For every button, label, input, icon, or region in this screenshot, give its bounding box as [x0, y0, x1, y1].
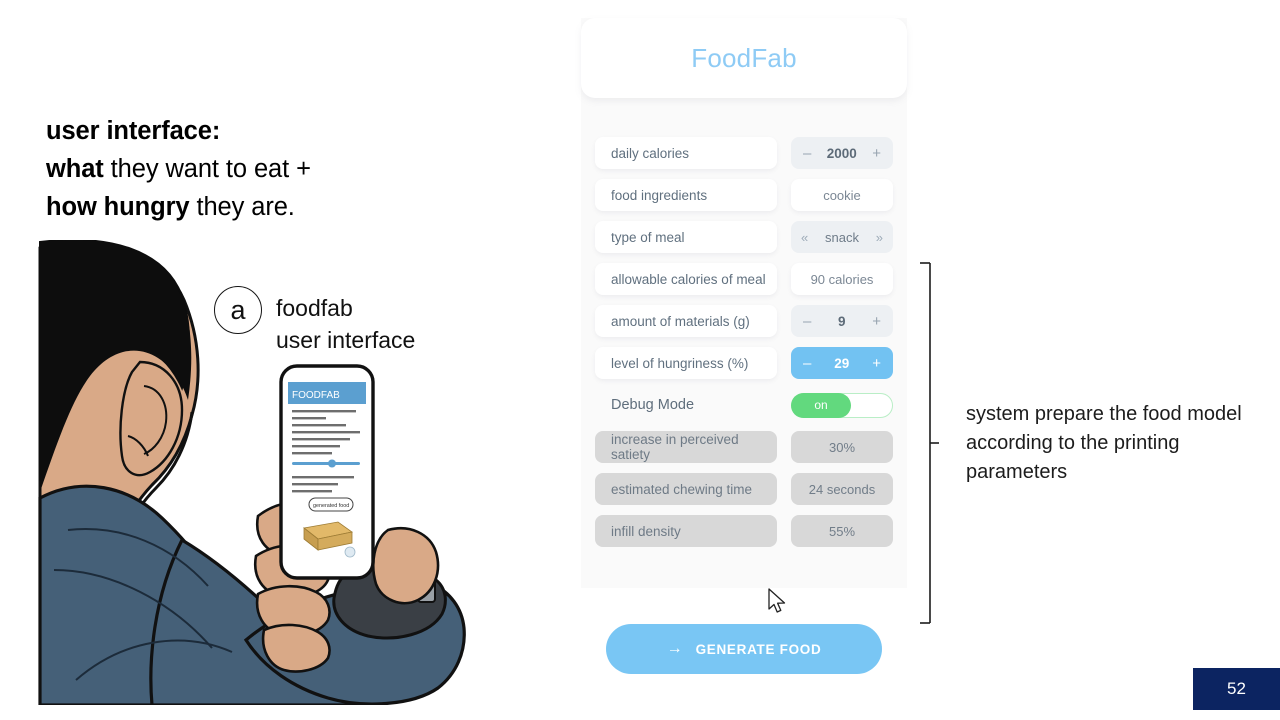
mouse-cursor	[768, 588, 790, 618]
minus-icon[interactable]: –	[803, 314, 811, 329]
value-perceived-satiety: 30%	[791, 431, 893, 463]
plus-icon[interactable]: +	[872, 314, 881, 329]
page-number-badge: 52	[1193, 668, 1280, 710]
slide-canvas: user interface: what they want to eat + …	[0, 0, 1280, 720]
page-title: user interface: what they want to eat + …	[46, 112, 516, 226]
table-row: infill density 55%	[581, 510, 907, 552]
phone-app-header-text: FOODFAB	[292, 390, 340, 401]
headline-line-2: what they want to eat +	[46, 150, 516, 188]
table-row: estimated chewing time 24 seconds	[581, 468, 907, 510]
table-row: food ingredients cookie	[581, 174, 907, 216]
table-row: increase in perceived satiety 30%	[581, 426, 907, 468]
headline-line-2-rest: they want to eat +	[103, 155, 311, 183]
plus-icon[interactable]: +	[872, 356, 881, 371]
headline-line-1: user interface:	[46, 112, 516, 150]
setting-label-type-of-meal: type of meal	[595, 221, 777, 253]
chooser-type-of-meal[interactable]: « snack »	[791, 221, 893, 253]
setting-label-allowable-calories: allowable calories of meal	[595, 263, 777, 295]
stepper-amount-of-materials[interactable]: – 9 +	[791, 305, 893, 337]
annotation-bracket	[918, 262, 940, 624]
app-title: FoodFab	[691, 42, 797, 73]
headline-line-2-bold: what	[46, 155, 104, 183]
chevron-left-icon[interactable]: «	[801, 230, 808, 245]
setting-label-amount-of-materials: amount of materials (g)	[595, 305, 777, 337]
stepper-value-level-of-hungriness: 29	[834, 355, 850, 371]
table-row: daily calories – 2000 +	[581, 132, 907, 174]
setting-label-chewing-time: estimated chewing time	[595, 473, 777, 505]
setting-label-food-ingredients: food ingredients	[595, 179, 777, 211]
setting-label-infill-density: infill density	[595, 515, 777, 547]
minus-icon[interactable]: –	[803, 146, 811, 161]
arrow-right-icon: →	[666, 640, 683, 657]
setting-label-debug-mode: Debug Mode	[611, 397, 695, 413]
setting-label-level-of-hungriness: level of hungriness (%)	[595, 347, 777, 379]
table-row: type of meal « snack »	[581, 216, 907, 258]
value-chewing-time: 24 seconds	[791, 473, 893, 505]
chooser-value-type-of-meal: snack	[825, 229, 859, 245]
value-food-ingredients[interactable]: cookie	[791, 179, 893, 211]
chevron-right-icon[interactable]: »	[876, 230, 883, 245]
setting-label-daily-calories: daily calories	[595, 137, 777, 169]
stepper-level-of-hungriness[interactable]: – 29 +	[791, 347, 893, 379]
headline-line-3-rest: they are.	[189, 193, 295, 221]
annotation-text: system prepare the food model according …	[966, 403, 1242, 483]
settings-form: daily calories – 2000 + food ingredients…	[581, 132, 907, 552]
value-allowable-calories: 90 calories	[791, 263, 893, 295]
generate-food-button[interactable]: → GENERATE FOOD	[606, 624, 882, 674]
app-header-card: FoodFab	[581, 18, 907, 98]
headline-line-1-bold: user interface:	[46, 117, 221, 145]
phone-generate-button-text: generated food	[313, 503, 349, 509]
minus-icon[interactable]: –	[803, 356, 811, 371]
table-row: amount of materials (g) – 9 +	[581, 300, 907, 342]
table-row: allowable calories of meal 90 calories	[581, 258, 907, 300]
stepper-value-amount-of-materials: 9	[838, 313, 846, 329]
plus-icon[interactable]: +	[872, 146, 881, 161]
toggle-debug-mode[interactable]: on	[791, 392, 893, 418]
generate-food-button-label: GENERATE FOOD	[695, 641, 822, 657]
figure-marker-a: a	[214, 286, 262, 334]
stepper-daily-calories[interactable]: – 2000 +	[791, 137, 893, 169]
figure-caption: a foodfab user interface	[214, 286, 415, 356]
stepper-value-daily-calories: 2000	[826, 145, 857, 161]
figure-caption-text: foodfab user interface	[276, 286, 415, 356]
setting-label-perceived-satiety: increase in perceived satiety	[595, 431, 777, 463]
headline-line-3: how hungry they are.	[46, 188, 516, 226]
value-infill-density: 55%	[791, 515, 893, 547]
figure-caption-line-1: foodfab	[276, 295, 353, 321]
figure-caption-line-2: user interface	[276, 327, 416, 353]
headline-line-3-bold: how hungry	[46, 193, 190, 221]
table-row: level of hungriness (%) – 29 +	[581, 342, 907, 384]
toggle-knob-label[interactable]: on	[791, 392, 851, 418]
table-row: Debug Mode on	[581, 384, 907, 426]
